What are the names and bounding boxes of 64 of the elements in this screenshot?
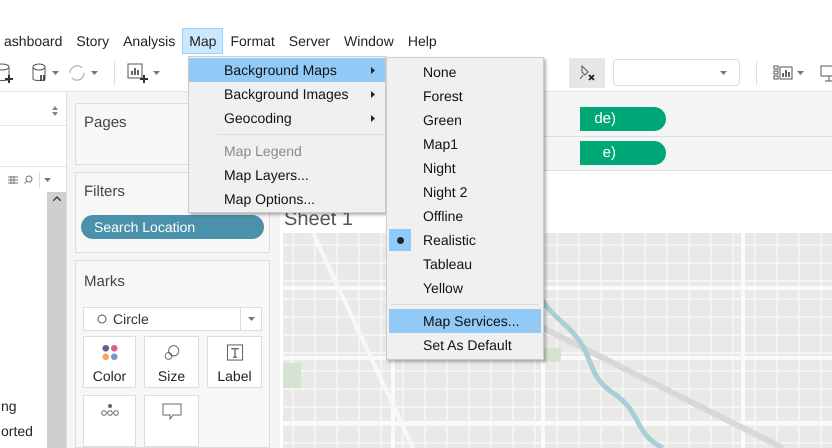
pin-x-icon [578,64,596,82]
mark-type-dropdown[interactable]: Circle [83,307,262,331]
menu-item[interactable]: Map1 [389,132,541,156]
menu-item[interactable]: Map Options... [189,187,385,211]
grid-view-icon[interactable] [8,176,18,184]
mark-property-button[interactable]: Size [144,336,199,388]
card-title: Pages [84,113,127,133]
add-chart-icon[interactable] [127,62,149,84]
scroll-up-icon[interactable] [52,196,60,201]
caret-icon[interactable] [44,178,51,182]
caret-icon[interactable] [797,70,804,74]
mark-property-button[interactable]: Label [207,336,262,388]
clear-pins-button[interactable] [569,58,605,88]
caret-icon[interactable] [91,70,98,74]
menu-bar-item[interactable]: Format [223,28,282,54]
menu-bar-item[interactable]: Window [337,28,401,54]
card-title: Filters [84,182,125,202]
search-icon[interactable] [24,175,33,184]
mark-property-button[interactable] [144,395,199,447]
menu-item[interactable]: None [389,60,541,84]
menu-bar-item[interactable]: Analysis [116,28,182,54]
scrollbar[interactable] [47,192,66,448]
mark-type-label: Circle [113,310,149,328]
filter-pill[interactable]: Search Location [81,215,264,240]
menu-item[interactable]: Tableau [389,252,541,276]
menu-item[interactable]: Forest [389,84,541,108]
menu-item[interactable]: Night 2 [389,180,541,204]
menu-item[interactable]: Map Services... [389,309,541,333]
detail-dots-icon [100,403,120,417]
sort-arrows-icon[interactable] [52,106,58,116]
menu-item[interactable]: Set As Default [389,333,541,357]
menu-item[interactable]: Night [389,156,541,180]
menu-item[interactable]: Map Layers... [189,163,385,187]
menu-item[interactable]: Green [389,108,541,132]
menu-item[interactable]: Background Images [189,82,385,106]
menu-bar-item[interactable]: Server [282,28,338,54]
menu-item[interactable]: Realistic [389,228,541,252]
mark-property-button[interactable]: Color [83,336,136,388]
field-item[interactable]: ng [0,394,17,419]
circle-icon [97,314,107,324]
caret-icon[interactable] [248,317,254,321]
card-title: Marks [84,272,125,292]
menu-item[interactable]: Geocoding [189,106,385,130]
submenu-arrow-icon [371,114,375,122]
submenu-arrow-icon [371,66,375,74]
speech-bubble-icon [162,403,182,421]
color-dots-icon [100,344,118,361]
database-pause-icon[interactable] [32,62,48,84]
menu-item[interactable]: Background Maps [189,58,385,82]
caret-icon[interactable] [153,70,160,74]
menu-item[interactable]: Offline [389,204,541,228]
field-item[interactable]: orted [0,419,33,444]
dropdown-field[interactable] [613,59,740,86]
caret-icon[interactable] [720,70,727,74]
text-label-icon [226,344,244,361]
menu-bar-item[interactable]: Help [400,28,444,54]
database-add-icon[interactable] [0,62,14,84]
menu-bar-item[interactable]: Story [69,28,116,54]
menu-bar-item[interactable]: ashboard [0,28,70,54]
caret-icon[interactable] [52,70,59,74]
submenu-arrow-icon [371,90,375,98]
show-me-icon[interactable] [773,64,793,80]
menu-bar-item[interactable]: Map [182,28,224,54]
menu-item[interactable]: Yellow [389,276,541,300]
